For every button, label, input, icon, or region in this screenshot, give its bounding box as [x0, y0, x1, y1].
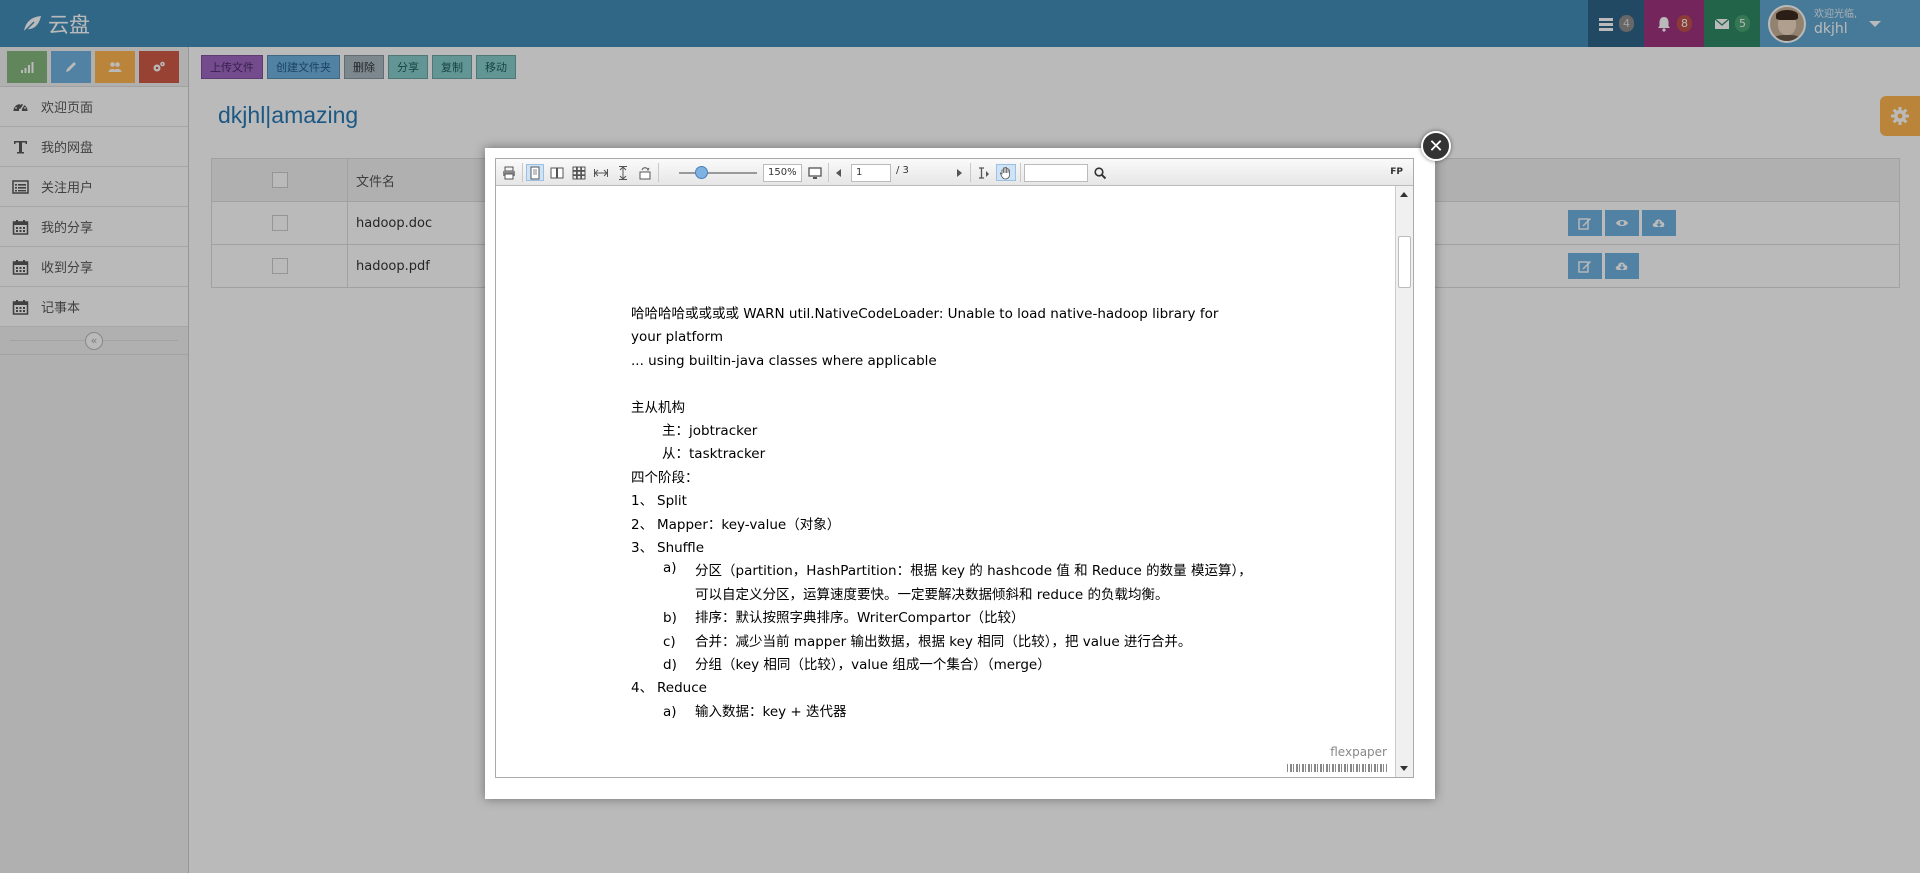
zoom-slider-track[interactable]	[679, 172, 757, 174]
fit-height-button[interactable]	[614, 164, 632, 181]
barcode	[1287, 764, 1387, 772]
flexpaper-watermark: flexpaper	[1330, 745, 1387, 759]
list-text: Reduce	[657, 680, 707, 697]
single-page-view-button[interactable]	[526, 164, 544, 181]
list-marker: d)	[663, 656, 677, 673]
doc-sub-item: a) 分区（partition，HashPartition：根据 key 的 ha…	[631, 560, 1271, 607]
monitor-icon	[808, 166, 822, 179]
flexpaper-viewer: 150% 1 / 3 FP 哈哈哈哈或或或或 WARN util.NativeC…	[495, 158, 1414, 778]
doc-line: 从：tasktracker	[662, 446, 766, 463]
doc-line: ... using builtin-java classes where app…	[631, 352, 937, 369]
close-button[interactable]: ✕	[1421, 131, 1451, 161]
printer-icon	[503, 166, 515, 179]
document-content: 哈哈哈哈或或或或 WARN util.NativeCodeLoader: Una…	[631, 303, 1271, 724]
fit-width-icon	[594, 168, 608, 177]
page-total-label: / 3	[896, 165, 909, 176]
list-marker: a)	[663, 560, 677, 577]
viewer-search-input[interactable]	[1024, 164, 1088, 182]
search-icon	[1094, 166, 1107, 179]
print-button[interactable]	[500, 164, 518, 181]
doc-sub-item: c) 合并：减少当前 mapper 输出数据，根据 key 相同（比较），把 va…	[631, 631, 1271, 654]
scrollbar-thumb[interactable]	[1398, 236, 1411, 288]
single-page-icon	[530, 166, 540, 179]
fit-width-button[interactable]	[592, 164, 610, 181]
fit-height-icon	[619, 165, 627, 180]
list-text: Split	[657, 493, 687, 510]
list-marker: 1、	[631, 493, 654, 510]
list-marker: b)	[663, 610, 677, 627]
two-page-icon	[550, 167, 564, 178]
next-page-button[interactable]	[952, 164, 966, 181]
zoom-slider-knob[interactable]	[695, 166, 708, 179]
list-text: 排序：默认按照字典排序。WriterCompartor（比较）	[695, 610, 1025, 627]
document-page[interactable]: 哈哈哈哈或或或或 WARN util.NativeCodeLoader: Una…	[496, 186, 1395, 777]
thumbnail-view-button[interactable]	[570, 164, 588, 181]
doc-sub-item: a) 输入数据：key + 迭代器	[631, 701, 1271, 724]
two-page-view-button[interactable]	[548, 164, 566, 181]
close-icon: ✕	[1428, 135, 1444, 157]
doc-line: 主：jobtracker	[662, 422, 758, 439]
doc-blank-line	[631, 373, 1271, 396]
doc-list-item: 3、 Shuffle	[631, 537, 1271, 560]
scroll-up-icon[interactable]	[1400, 192, 1408, 197]
doc-heading: 四个阶段：	[631, 469, 699, 486]
rotate-button[interactable]	[636, 164, 654, 181]
doc-list-item: 2、 Mapper：key-value（对象）	[631, 514, 1271, 537]
viewer-toolbar: 150% 1 / 3 FP	[496, 159, 1413, 186]
doc-list-item: 4、 Reduce	[631, 677, 1271, 700]
previous-page-button[interactable]	[832, 164, 846, 181]
text-cursor-icon	[979, 166, 989, 179]
viewer-search-button[interactable]	[1092, 164, 1108, 181]
arrow-left-icon	[836, 168, 841, 177]
scroll-down-icon[interactable]	[1400, 766, 1408, 771]
page-number-field[interactable]: 1	[851, 164, 891, 182]
document-preview-modal: 150% 1 / 3 FP 哈哈哈哈或或或或 WARN util.NativeC…	[485, 148, 1435, 799]
doc-line: 哈哈哈哈或或或或 WARN util.NativeCodeLoader: Una…	[631, 306, 1219, 322]
list-text: 合并：减少当前 mapper 输出数据，根据 key 相同（比较），把 valu…	[695, 633, 1192, 650]
hand-icon	[999, 166, 1010, 179]
doc-sub-item: b) 排序：默认按照字典排序。WriterCompartor（比较）	[631, 607, 1271, 630]
doc-heading: 主从机构	[631, 399, 685, 416]
doc-line: your platform	[631, 329, 724, 346]
list-marker: a)	[663, 703, 677, 720]
arrow-right-icon	[957, 168, 962, 177]
list-marker: 4、	[631, 680, 654, 697]
grid-icon	[572, 166, 586, 179]
list-text: Mapper：key-value（对象）	[657, 516, 841, 533]
flexpaper-logo[interactable]: FP	[1390, 167, 1403, 177]
list-marker: 2、	[631, 516, 654, 533]
list-text: 分区（partition，HashPartition：根据 key 的 hash…	[695, 563, 1252, 603]
viewer-scrollbar[interactable]	[1395, 186, 1413, 777]
list-text: 输入数据：key + 迭代器	[695, 703, 847, 720]
rotate-icon	[639, 166, 651, 179]
text-select-tool-button[interactable]	[974, 164, 994, 181]
doc-list-item: 1、 Split	[631, 490, 1271, 513]
fullscreen-button[interactable]	[806, 164, 824, 181]
list-marker: 3、	[631, 539, 654, 556]
list-text: 分组（key 相同（比较），value 组成一个集合）（merge）	[695, 656, 1051, 673]
list-text: Shuffle	[657, 539, 705, 556]
doc-sub-item: d) 分组（key 相同（比较），value 组成一个集合）（merge）	[631, 654, 1271, 677]
hand-tool-button[interactable]	[996, 164, 1016, 181]
zoom-level-field[interactable]: 150%	[763, 164, 802, 182]
list-marker: c)	[663, 633, 676, 650]
